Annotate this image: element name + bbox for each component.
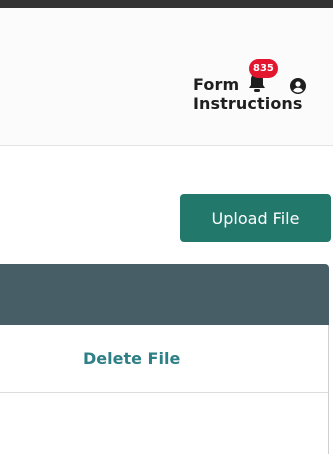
notification-count-badge: 835 (249, 59, 278, 78)
table-body-empty (0, 393, 329, 454)
table-header (0, 264, 329, 325)
table-row: Delete File (0, 325, 329, 393)
app-header: Form Instructions 835 (0, 8, 333, 146)
notifications-button[interactable]: 835 (247, 59, 278, 94)
top-bar (0, 0, 333, 8)
user-circle-icon[interactable] (290, 78, 306, 94)
upload-file-button[interactable]: Upload File (180, 194, 331, 242)
delete-file-link[interactable]: Delete File (83, 349, 180, 368)
